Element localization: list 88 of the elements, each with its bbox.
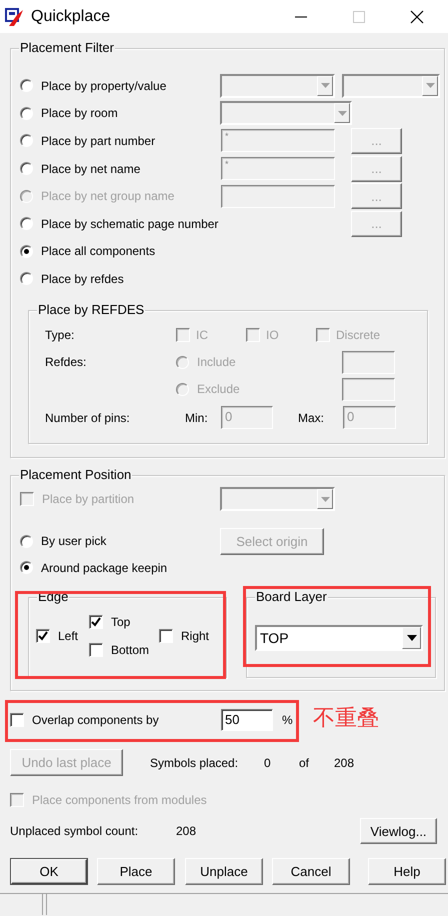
option-label: Overlap components by — [32, 713, 159, 727]
radio-button[interactable] — [20, 79, 33, 92]
text-field[interactable]: 0 — [221, 406, 273, 430]
option-label: Exclude — [197, 382, 240, 396]
field-label: Symbols placed: — [150, 756, 240, 770]
checkbox[interactable] — [89, 643, 103, 657]
field-label: Refdes: — [45, 355, 88, 370]
viewlog-button[interactable]: Viewlog... — [360, 818, 437, 844]
radio-button[interactable] — [20, 106, 33, 120]
checkbox[interactable] — [36, 629, 50, 643]
count-value: 208 — [176, 824, 198, 838]
radio-button[interactable] — [20, 561, 33, 574]
dropdown[interactable] — [342, 74, 440, 98]
annotation-text: 不重叠 — [313, 704, 379, 732]
browse-button[interactable]: ... — [351, 128, 402, 154]
layer-dropdown[interactable]: TOP — [255, 625, 423, 651]
dialog-button[interactable]: OK — [10, 858, 88, 885]
option-label: Place by part number — [41, 134, 156, 148]
option-label: Right — [181, 629, 210, 643]
dialog-button[interactable]: Unplace — [185, 858, 263, 885]
group-title: Placement Position — [19, 467, 132, 482]
text-field[interactable]: * — [221, 157, 335, 180]
browse-button[interactable]: ... — [351, 210, 402, 237]
caret-icon — [406, 635, 416, 641]
caret-icon — [320, 496, 330, 502]
radio-button[interactable] — [20, 217, 33, 230]
option-label: Top — [111, 615, 130, 629]
radio-button[interactable] — [20, 134, 33, 148]
radio-button[interactable] — [20, 162, 33, 176]
group-title: Placement Filter — [19, 40, 115, 55]
browse-button[interactable]: ... — [351, 156, 402, 182]
count-value: 208 — [334, 756, 354, 770]
radio-button[interactable] — [176, 356, 189, 369]
app-icon — [5, 6, 25, 26]
option-label: Bottom — [111, 643, 150, 657]
option-label: Place by room — [41, 106, 118, 120]
radio-button[interactable] — [20, 272, 33, 286]
option-label: Place by net name — [41, 162, 140, 176]
dialog-button[interactable]: Place — [97, 858, 175, 885]
text-field[interactable] — [221, 184, 335, 208]
group-title: Board Layer — [255, 589, 328, 604]
option-label: Left — [58, 629, 78, 643]
checkbox[interactable] — [159, 629, 173, 643]
option-label: By user pick — [41, 534, 106, 548]
option-label: Include — [197, 355, 236, 370]
unit-label: % — [282, 713, 293, 727]
caret-icon — [426, 83, 434, 88]
text-field[interactable] — [342, 350, 395, 374]
text-field[interactable]: 50 — [221, 709, 273, 731]
option-label: IO — [266, 328, 279, 342]
dropdown[interactable] — [220, 487, 335, 511]
count-value: 0 — [264, 756, 272, 770]
text-field[interactable]: * — [221, 129, 335, 152]
option-label: Place by partition — [42, 492, 134, 506]
radio-button[interactable] — [20, 244, 33, 258]
field-label: Min: — [185, 410, 209, 425]
dropdown[interactable] — [220, 101, 352, 126]
field-label: Type: — [45, 328, 76, 342]
option-label: Place components from modules — [32, 793, 207, 807]
caret-icon — [320, 83, 330, 88]
option-label: Place by refdes — [41, 272, 124, 286]
field-label: Unplaced symbol count: — [10, 824, 140, 838]
option-label: Place all components — [41, 244, 156, 258]
dropdown[interactable] — [220, 74, 335, 98]
field-label: Number of pins: — [45, 410, 131, 425]
checkbox[interactable] — [316, 328, 330, 342]
window-title: Quickplace — [31, 8, 112, 26]
option-label: Place by property/value — [41, 78, 166, 93]
option-label: Place by net group name — [41, 189, 174, 204]
checkbox[interactable] — [89, 615, 103, 629]
dialog-button[interactable]: Help — [368, 858, 446, 885]
option-label: Place by schematic page number — [41, 216, 218, 231]
field-label: of — [299, 756, 310, 770]
radio-button[interactable] — [20, 534, 33, 548]
dialog-button[interactable]: Cancel — [272, 858, 350, 885]
group-title: Place by REFDES — [37, 302, 146, 317]
checkbox[interactable] — [10, 713, 24, 727]
option-label: Around package keepin — [41, 560, 168, 574]
text-field[interactable]: 0 — [343, 406, 396, 430]
option-label: Discrete — [336, 328, 380, 342]
radio-button[interactable] — [176, 382, 189, 396]
select-origin-button[interactable]: Select origin — [220, 528, 324, 554]
caret-icon — [338, 110, 346, 116]
option-label: IC — [196, 328, 208, 342]
checkbox[interactable] — [246, 328, 260, 342]
text-field[interactable] — [342, 378, 395, 401]
checkbox[interactable] — [176, 328, 190, 342]
field-label: Max: — [298, 410, 326, 425]
